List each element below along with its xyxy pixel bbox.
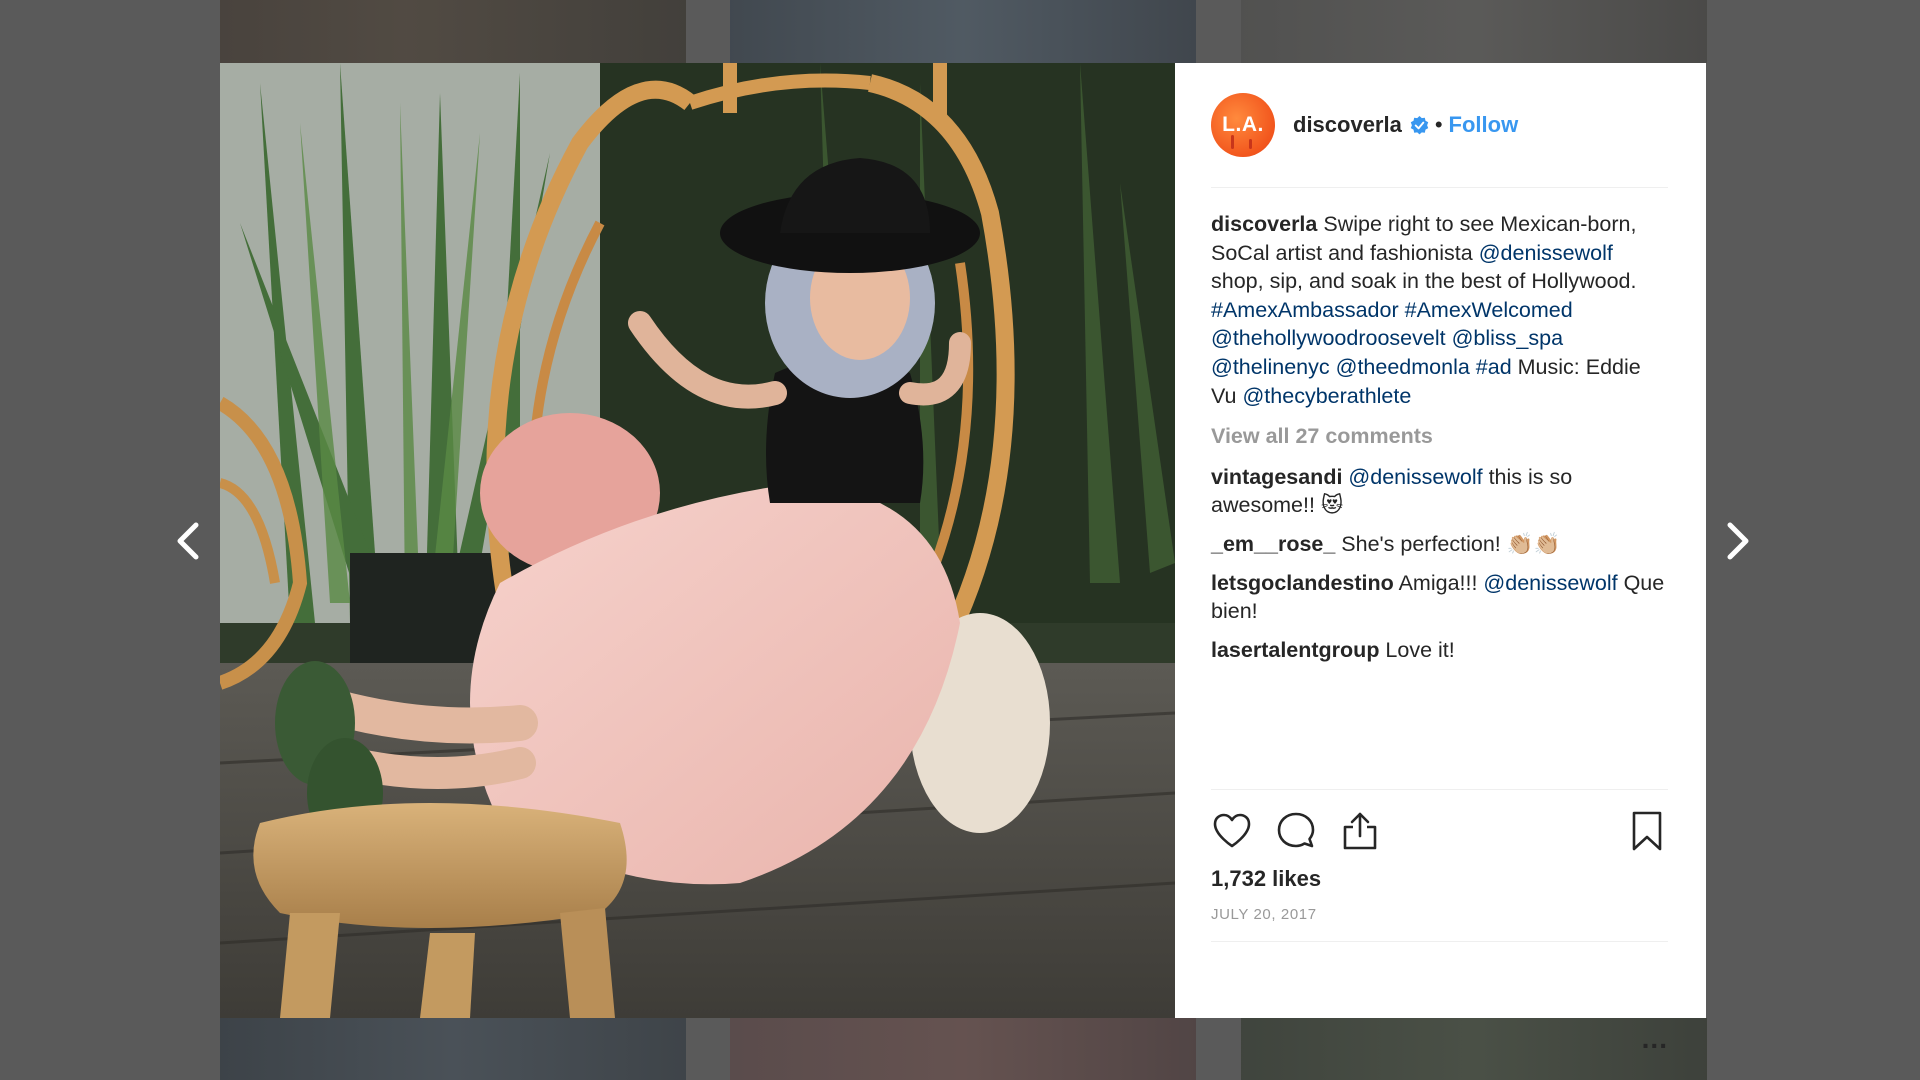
share-upload-icon (1343, 812, 1377, 850)
action-bar (1211, 790, 1668, 872)
post-author[interactable]: discoverla (1293, 112, 1402, 138)
comment-item: _em__rose_ She's perfection! 👏🏼👏🏼 (1211, 530, 1668, 559)
grid-thumbnail (1241, 1018, 1707, 1080)
post-header: L.A. discoverla • Follow (1211, 63, 1668, 188)
more-options-button[interactable]: ... (1642, 1023, 1668, 1055)
grid-thumbnail (220, 0, 686, 63)
mention-link[interactable]: @denissewolf (1483, 571, 1617, 595)
verified-badge-icon (1410, 115, 1429, 134)
comment-item: lasertalentgroup Love it! (1211, 636, 1668, 665)
mention-link[interactable]: @denissewolf (1479, 241, 1613, 265)
grid-thumbnail (730, 1018, 1196, 1080)
comment-button[interactable] (1275, 810, 1317, 852)
mention-link[interactable]: @bliss_spa (1452, 326, 1563, 350)
grid-thumbnail (220, 1018, 686, 1080)
chevron-left-icon (177, 522, 199, 560)
comment-username[interactable]: letsgoclandestino (1211, 571, 1394, 595)
mention-link[interactable]: @theedmonla (1336, 355, 1470, 379)
comments-section: discoverla Swipe right to see Mexican-bo… (1211, 188, 1668, 778)
comment-item: vintagesandi @denissewolf this is so awe… (1211, 463, 1668, 520)
hashtag-link[interactable]: #ad (1476, 355, 1512, 379)
next-post-button[interactable] (1718, 515, 1758, 567)
avatar-drip (1231, 135, 1234, 149)
post-modal: L.A. discoverla • Follow discoverla Swip… (220, 63, 1706, 1054)
bookmark-icon (1632, 811, 1662, 851)
comment-item: letsgoclandestino Amiga!!! @denissewolf … (1211, 569, 1668, 626)
post-caption: discoverla Swipe right to see Mexican-bo… (1211, 210, 1668, 410)
comment-username[interactable]: lasertalentgroup (1211, 638, 1379, 662)
likes-count[interactable]: 1,732 likes (1211, 866, 1668, 892)
heart-icon (1213, 813, 1251, 848)
photo-illustration (220, 63, 1175, 1018)
mention-link[interactable]: @thecyberathlete (1242, 384, 1411, 408)
comment-username[interactable]: discoverla (1211, 212, 1317, 236)
previous-post-button[interactable] (168, 515, 208, 567)
share-button[interactable] (1339, 810, 1381, 852)
comment-text: Amiga!!! (1393, 570, 1484, 595)
mention-link[interactable]: @thelinenyc (1211, 355, 1330, 379)
avatar[interactable]: L.A. (1211, 93, 1275, 157)
avatar-text: L.A. (1222, 113, 1264, 136)
chevron-right-icon (1727, 522, 1749, 560)
comment-username[interactable]: _em__rose_ (1211, 532, 1335, 556)
post-photo[interactable] (220, 63, 1175, 1018)
hashtag-link[interactable]: #AmexWelcomed (1405, 298, 1573, 322)
separator-dot: • (1434, 112, 1443, 137)
mention-link[interactable]: @denissewolf (1348, 465, 1482, 489)
comment-list: vintagesandi @denissewolf this is so awe… (1211, 463, 1668, 665)
post-date: JULY 20, 2017 (1211, 906, 1668, 942)
view-all-comments-link[interactable]: View all 27 comments (1211, 422, 1668, 451)
hashtag-link[interactable]: #AmexAmbassador (1211, 298, 1399, 322)
lightbox-overlay[interactable]: L.A. discoverla • Follow discoverla Swip… (0, 0, 1920, 1080)
post-footer: 1,732 likes JULY 20, 2017 ... (1211, 789, 1668, 1054)
grid-thumbnail (730, 0, 1196, 63)
save-button[interactable] (1626, 810, 1668, 852)
avatar-drip (1249, 139, 1252, 149)
comment-text: shop, sip, and soak in the best of Holly… (1211, 269, 1637, 294)
mention-link[interactable]: @thehollywoodroosevelt (1211, 326, 1446, 350)
follow-button[interactable]: Follow (1449, 112, 1519, 138)
comment-username[interactable]: vintagesandi (1211, 465, 1342, 489)
grid-thumbnail (1241, 0, 1707, 63)
comment-text: Love it! (1379, 637, 1455, 662)
speech-bubble-icon (1277, 812, 1315, 848)
like-button[interactable] (1211, 810, 1253, 852)
post-sidebar: L.A. discoverla • Follow discoverla Swip… (1175, 63, 1706, 1054)
comment-text: She's perfection! 👏🏼👏🏼 (1335, 531, 1561, 556)
